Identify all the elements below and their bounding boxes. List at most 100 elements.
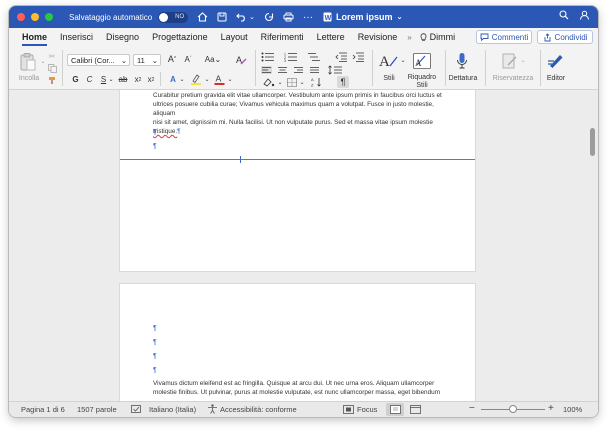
page-1[interactable]: Curabitur pretium gravida elit vitae ull…: [120, 90, 475, 271]
close-window-button[interactable]: [17, 13, 25, 21]
minimize-window-button[interactable]: [31, 13, 39, 21]
grow-font-icon[interactable]: A ^: [166, 53, 178, 65]
subscript-icon[interactable]: x2: [133, 74, 143, 85]
focus-icon[interactable]: [343, 405, 354, 416]
maximize-window-button[interactable]: [45, 13, 53, 21]
redo-icon[interactable]: [264, 12, 274, 22]
zoom-out-button[interactable]: −: [469, 403, 475, 414]
accessibility-status[interactable]: Accessibilità: conforme: [220, 405, 297, 414]
justify-icon[interactable]: [308, 65, 321, 74]
print-layout-view-button[interactable]: [386, 403, 404, 416]
tab-layout[interactable]: Layout: [221, 32, 248, 42]
superscript-icon[interactable]: x2: [146, 74, 156, 85]
font-color-dropdown-icon[interactable]: ⌄: [227, 74, 233, 85]
autosave-state: NO: [175, 14, 185, 20]
svg-text:A: A: [379, 54, 390, 70]
font-color-icon[interactable]: A: [213, 73, 226, 85]
bold-icon[interactable]: G: [71, 74, 80, 85]
title-dropdown-icon[interactable]: ⌄: [397, 13, 403, 21]
paste-icon[interactable]: [18, 52, 38, 72]
undo-dropdown-icon[interactable]: ⌄: [249, 13, 255, 21]
format-painter-icon[interactable]: [47, 75, 57, 85]
tab-references[interactable]: Riferimenti: [261, 32, 304, 42]
styles-dropdown-icon[interactable]: ⌄: [400, 56, 406, 64]
increase-indent-icon[interactable]: [351, 51, 364, 62]
bullets-icon[interactable]: [260, 51, 276, 62]
account-icon[interactable]: [579, 10, 590, 23]
tab-mailings[interactable]: Lettere: [317, 32, 345, 42]
language[interactable]: Italiano (Italia): [149, 405, 196, 414]
undo-icon[interactable]: [236, 12, 247, 22]
numbering-icon[interactable]: 123: [283, 51, 299, 62]
highlight-icon[interactable]: [189, 73, 203, 85]
show-formatting-marks-icon[interactable]: ¶: [337, 76, 349, 88]
tab-draw[interactable]: Disegno: [106, 32, 139, 42]
clear-formatting-icon[interactable]: A: [235, 53, 247, 65]
save-icon[interactable]: [217, 12, 227, 22]
line-spacing-icon[interactable]: [327, 64, 345, 75]
copy-icon[interactable]: [47, 63, 57, 73]
share-button[interactable]: Condividi: [537, 30, 593, 44]
text-effects-dropdown-icon[interactable]: ⌄: [179, 74, 185, 85]
tab-design[interactable]: Progettazione: [152, 32, 208, 42]
font-name-select[interactable]: Calibri (Cor... ⌄: [67, 54, 130, 66]
web-layout-view-button[interactable]: [410, 405, 421, 416]
paragraph-1: Curabitur pretium gravida elit vitae ull…: [153, 91, 445, 136]
document-title: W Lorem ipsum ⌄: [323, 12, 402, 22]
sensitivity-icon[interactable]: [501, 52, 519, 70]
shading-icon[interactable]: [260, 77, 276, 87]
title-bar: Salvataggio automatico NO ⌄ ··· W Lorem …: [9, 6, 598, 28]
shading-dropdown-icon[interactable]: ⌄: [277, 77, 283, 87]
search-icon[interactable]: [559, 10, 569, 23]
text-line: Curabitur pretium gravida elit vitae ull…: [153, 92, 442, 99]
decrease-indent-icon[interactable]: [334, 51, 347, 62]
align-center-icon[interactable]: [276, 65, 289, 74]
home-icon[interactable]: [197, 12, 208, 22]
print-icon[interactable]: [283, 12, 294, 22]
accessibility-icon[interactable]: [207, 404, 218, 416]
zoom-slider-thumb[interactable]: [509, 405, 517, 413]
tab-home[interactable]: Home: [22, 32, 48, 46]
page-2[interactable]: ¶ ¶ ¶ ¶ Vivamus dictum eleifend est ac f…: [120, 284, 475, 401]
text-effects-icon[interactable]: A: [167, 73, 179, 85]
zoom-level[interactable]: 100%: [563, 405, 582, 414]
italic-icon[interactable]: C: [85, 74, 94, 85]
document-canvas[interactable]: Curabitur pretium gravida elit vitae ull…: [9, 90, 598, 401]
tell-me[interactable]: Dimmi: [420, 32, 455, 42]
proofing-icon[interactable]: [131, 404, 141, 416]
tab-review[interactable]: Revisione: [358, 32, 398, 42]
multilevel-list-icon[interactable]: [306, 51, 322, 62]
microphone-icon[interactable]: [455, 52, 469, 70]
borders-icon[interactable]: [286, 77, 298, 87]
comments-button[interactable]: Commenti: [476, 30, 532, 44]
font-size-select[interactable]: 11 ⌄: [133, 54, 161, 66]
align-left-icon[interactable]: [260, 65, 273, 74]
sensitivity-dropdown-icon[interactable]: ⌄: [520, 56, 526, 64]
editor-icon[interactable]: [546, 52, 566, 70]
underline-icon[interactable]: S: [99, 74, 108, 85]
page-count[interactable]: Pagina 1 di 6: [21, 405, 65, 414]
word-count[interactable]: 1507 parole: [77, 405, 117, 414]
toggle-knob: [159, 12, 169, 22]
change-case-icon[interactable]: Aa⌄: [205, 53, 222, 65]
more-commands-icon[interactable]: ···: [303, 12, 313, 23]
styles-gallery-icon[interactable]: A: [379, 52, 399, 70]
zoom-in-button[interactable]: +: [548, 403, 554, 414]
sort-icon[interactable]: AZ: [310, 77, 322, 87]
tab-insert[interactable]: Inserisci: [60, 32, 93, 42]
more-tabs-icon[interactable]: »: [407, 33, 411, 42]
vertical-scrollbar[interactable]: [590, 128, 595, 156]
ribbon-divider: [160, 72, 161, 86]
styles-pane-icon[interactable]: A: [412, 52, 432, 70]
underline-dropdown-icon[interactable]: ⌄: [108, 74, 114, 85]
comment-icon: [480, 33, 489, 41]
highlight-dropdown-icon[interactable]: ⌄: [204, 74, 210, 85]
autosave-toggle[interactable]: NO: [158, 11, 189, 23]
paste-dropdown-icon[interactable]: ⌄: [40, 57, 46, 65]
borders-dropdown-icon[interactable]: ⌄: [299, 77, 305, 87]
align-right-icon[interactable]: [292, 65, 305, 74]
cut-icon[interactable]: ✂: [47, 51, 57, 61]
focus-label[interactable]: Focus: [357, 405, 377, 414]
strikethrough-icon[interactable]: ab: [117, 74, 129, 85]
shrink-font-icon[interactable]: Aˇ: [182, 53, 194, 65]
